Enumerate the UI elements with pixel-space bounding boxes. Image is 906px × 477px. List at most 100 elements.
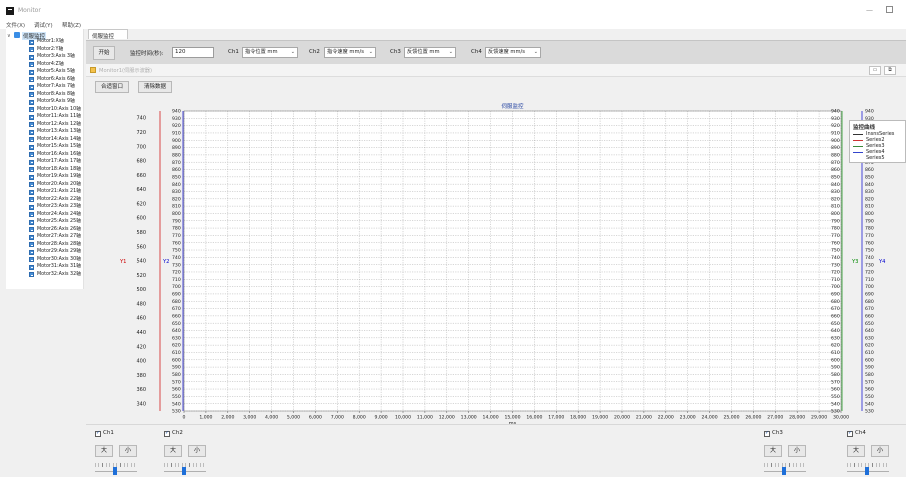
ch1-zoom-out-button[interactable]: 小 [119,445,137,457]
ch2-zoom-in-button[interactable]: 大 [164,445,182,457]
menu-help[interactable]: 帮助(Z) [62,21,81,29]
tree-item[interactable]: Motor10:Axis 10轴 [29,107,85,113]
ch4-checkbox[interactable] [847,430,853,437]
title-bar: Monitor — [0,0,906,20]
tree-item-label: Motor29:Axis 29轴 [37,249,81,254]
menu-debug[interactable]: 调试(Y) [34,21,53,29]
ch2-select-value: 指令速度 mm/s [327,49,364,55]
tree-item[interactable]: Motor25:Axis 25轴 [29,219,85,225]
tree-item[interactable]: Motor20:Axis 20轴 [29,182,85,188]
tree-item[interactable]: Motor13:Axis 13轴 [29,129,85,135]
ch3-slider-thumb[interactable] [782,467,786,475]
motor-icon [29,197,34,202]
ch4-zoom-in-button[interactable]: 大 [847,445,865,457]
ch3-zoom-out-button[interactable]: 小 [788,445,806,457]
tree-item-label: Motor6:Axis 6轴 [37,76,75,82]
menu-file[interactable]: 文件(X) [6,21,25,29]
y-tick-label-y2: 860 [172,167,181,173]
tree-item[interactable]: Motor11:Axis 11轴 [29,114,85,120]
ch2-zoom-out-button[interactable]: 小 [188,445,206,457]
tab-servo-monitor[interactable]: 伺服监控 [88,29,128,40]
tree-item[interactable]: Motor3:Axis 3轴 [29,54,85,60]
motor-icon [29,152,34,157]
x-tick-label: 0 [183,415,186,421]
tree-item[interactable]: Motor27:Axis 27轴 [29,234,85,240]
y-tick-label-y2: 640 [172,328,181,334]
tree-item[interactable]: Motor24:Axis 24轴 [29,212,85,218]
ch2-slider-thumb[interactable] [182,467,186,475]
axis-name-y4: Y4 [878,259,886,265]
ch4-zoom-out-button[interactable]: 小 [871,445,889,457]
tree-item[interactable]: Motor19:Axis 19轴 [29,174,85,180]
tree-item[interactable]: Motor4:Z轴 [29,62,85,68]
ch1-select[interactable]: 指令位置 mm ⌄ [242,47,298,58]
ch4-select[interactable]: 反馈速度 mm/s ⌄ [485,47,541,58]
ch4-slider-thumb[interactable] [865,467,869,475]
y-tick-label-y3: 860 [831,167,840,173]
tree-item[interactable]: Motor28:Axis 28轴 [29,242,85,248]
ch3-zoom-in-button[interactable]: 大 [764,445,782,457]
chevron-down-icon: ⌄ [368,48,373,55]
x-tick-label: 18,000 [570,415,586,421]
maximize-icon[interactable] [886,6,893,13]
y-tick-label-y2: 610 [172,350,181,356]
collapse-chevron-icon[interactable]: ∨ [7,33,11,39]
x-tick-label: 9,000 [375,415,388,421]
tree-item[interactable]: Motor30:Axis 30轴 [29,257,85,263]
tree-item[interactable]: Motor22:Axis 22轴 [29,197,85,203]
interval-input[interactable]: 120 [172,47,214,58]
ch1-zoom-in-button[interactable]: 大 [95,445,113,457]
x-tick-label: 3,000 [243,415,256,421]
y-tick-label-y1: 360 [136,387,146,393]
restore-subwindow-icon[interactable]: ⧉ [884,66,896,75]
y-tick-label-y3: 820 [831,196,840,202]
tree-item[interactable]: Motor2:Y轴 [29,47,85,53]
tree-item[interactable]: Motor14:Axis 14轴 [29,137,85,143]
tree-item[interactable]: Motor7:Axis 7轴 [29,84,85,90]
ch1-slider-thumb[interactable] [113,467,117,475]
tree-item[interactable]: Motor15:Axis 15轴 [29,144,85,150]
ch3-checkbox[interactable] [764,430,770,437]
ch3-select[interactable]: 反馈位置 mm ⌄ [404,47,456,58]
ch1-checkbox[interactable] [95,430,101,437]
start-button[interactable]: 开始 [93,46,115,60]
tree-item[interactable]: Motor16:Axis 16轴 [29,152,85,158]
y-tick-label-y2: 930 [172,116,181,122]
tree-item-label: Motor22:Axis 22轴 [37,196,81,202]
y-tick-label-y1: 500 [136,287,146,293]
x-tick-label: 12,000 [439,415,455,421]
tree-item[interactable]: Motor31:Axis 31轴 [29,264,85,270]
y-tick-label-y3: 790 [831,218,840,224]
tree-item[interactable]: Motor17:Axis 17轴 [29,159,85,165]
ch2-select[interactable]: 指令速度 mm/s ⌄ [324,47,376,58]
tree-item[interactable]: Motor18:Axis 18轴 [29,167,85,173]
tree-item[interactable]: Motor1:X轴 [29,39,85,45]
motor-icon [29,227,34,232]
motor-icon [29,182,34,187]
minimize-icon[interactable]: — [866,6,873,14]
tree-item[interactable]: Motor12:Axis 12轴 [29,122,85,128]
tree-item[interactable]: Motor8:Axis 8轴 [29,92,85,98]
y-tick-label-y2: 940 [172,109,181,115]
legend-title: 监控曲线 [853,125,876,131]
tree-item[interactable]: Motor32:Axis 32轴 [29,272,85,278]
tree-item[interactable]: Motor23:Axis 23轴 [29,204,85,210]
ch2-checkbox[interactable] [164,430,170,437]
y-tick-label-y2: 780 [172,226,181,232]
tree-item[interactable]: Motor26:Axis 26轴 [29,227,85,233]
x-tick-label: 1,000 [199,415,212,421]
minimize-subwindow-icon[interactable]: ▭ [869,66,881,75]
tree-item[interactable]: Motor9:Axis 9轴 [29,99,85,105]
tree-item[interactable]: Motor21:Axis 21轴 [29,189,85,195]
tree-item[interactable]: Motor29:Axis 29轴 [29,249,85,255]
tree-root[interactable]: ∨ 伺服监控 [6,32,66,40]
y-tick-label-y3: 750 [831,248,840,254]
ch3-scale-group: Ch3 大 小 [764,430,824,476]
tree-item[interactable]: Motor6:Axis 6轴 [29,77,85,83]
x-tick-label: 4,000 [265,415,278,421]
tree-item-label: Motor19:Axis 19轴 [37,174,81,179]
tree-item[interactable]: Motor5:Axis 5轴 [29,69,85,75]
y-tick-label-y4: 850 [865,174,874,180]
x-tick-label: 23,000 [680,415,696,421]
y-tick-label-y1: 560 [136,244,146,250]
